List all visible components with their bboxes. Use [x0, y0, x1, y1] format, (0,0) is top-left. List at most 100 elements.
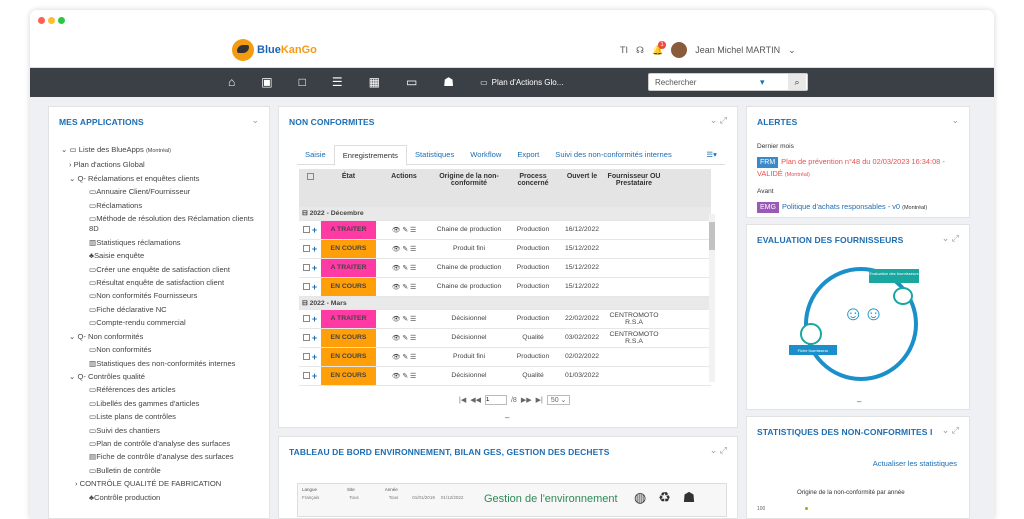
table-row[interactable]: + EN COURS 👁 ✎ ☰ Produit fini Production 15/1…	[299, 239, 711, 259]
home-icon[interactable]: ⌂	[228, 75, 235, 89]
prev-page-icon[interactable]: ◀◀	[470, 396, 481, 404]
table-row[interactable]: + A TRAITER 👁 ✎ ☰ Chaine de production Produ…	[299, 258, 711, 278]
tree-item[interactable]: ⌄ Q- Réclamations et enquêtes clients	[61, 172, 254, 185]
group-row[interactable]: ⊟ 2022 - Décembre	[299, 207, 711, 221]
plus-icon[interactable]: +	[312, 263, 317, 273]
plus-icon[interactable]: +	[312, 352, 317, 362]
table-row[interactable]: + EN COURS 👁 ✎ ☰ Chaine de production Produc…	[299, 277, 711, 297]
row-checkbox[interactable]	[302, 371, 310, 379]
list-icon[interactable]: ☰	[332, 75, 343, 89]
plus-icon[interactable]: +	[312, 282, 317, 292]
menu-icon[interactable]: ☰▾	[698, 145, 725, 164]
headset-icon[interactable]: ☊	[636, 45, 644, 56]
panel-controls-icon[interactable]: ⌄ ⤢	[942, 425, 959, 436]
col-process[interactable]: Process concerné	[506, 169, 560, 207]
search-input[interactable]: Rechercher	[648, 73, 808, 91]
tree-item[interactable]: › CONTRÔLE QUALITÉ DE FABRICATION	[61, 477, 254, 490]
tree-item[interactable]: › Plan d'actions Global	[61, 158, 254, 171]
minimize-dot[interactable]	[48, 17, 55, 24]
nav-plan-actions[interactable]: ▭ Plan d'Actions Glo...	[480, 78, 563, 87]
chevron-down-icon[interactable]: ⌄	[788, 45, 796, 56]
row-checkbox[interactable]	[302, 282, 310, 290]
row-checkbox[interactable]	[302, 225, 310, 233]
row-actions-icons[interactable]: 👁 ✎ ☰	[376, 220, 432, 240]
row-checkbox[interactable]	[302, 244, 310, 252]
select-all-checkbox[interactable]	[306, 173, 314, 180]
table-row[interactable]: + EN COURS 👁 ✎ ☰ Décisionnel Qualité 01/03/20…	[299, 366, 711, 386]
tree-item[interactable]: ▭Fiche déclarative NC	[61, 303, 254, 316]
tree-item[interactable]: ⌄ ▭ Liste des BlueApps (Montréal)	[61, 143, 254, 158]
row-actions-icons[interactable]: 👁 ✎ ☰	[376, 258, 432, 278]
row-actions-icons[interactable]: 👁 ✎ ☰	[376, 309, 432, 329]
tree-item[interactable]: ▭Créer une enquête de satisfaction clien…	[61, 263, 254, 276]
alert-item[interactable]: EMG Politique d'achats responsables - v0 …	[757, 201, 959, 214]
tree-item[interactable]: ▭Libellés des gammes d'articles	[61, 397, 254, 410]
panel-controls-icon[interactable]: ⌄ ⤢	[710, 445, 727, 456]
avatar[interactable]	[671, 42, 688, 58]
row-actions-icons[interactable]: 👁 ✎ ☰	[376, 328, 432, 348]
row-checkbox[interactable]	[302, 352, 310, 360]
tree-item[interactable]: ▭Bulletin de contrôle	[61, 464, 254, 477]
bell-icon[interactable]: 🔔 1	[652, 40, 666, 56]
tree-item[interactable]: ▥Statistiques des non-conformités intern…	[61, 357, 254, 370]
tab-saisie[interactable]: Saisie	[297, 145, 334, 164]
plus-icon[interactable]: +	[312, 225, 317, 235]
tab-enregistrements[interactable]: Enregistrements	[333, 145, 407, 166]
folder-icon[interactable]: ▭	[406, 75, 417, 89]
plus-icon[interactable]: +	[312, 244, 317, 254]
tree-item[interactable]: ♣Contrôle production	[61, 491, 254, 504]
document-icon[interactable]: □	[299, 75, 306, 89]
tree-item[interactable]: ▤Fiche de contrôle d'analyse des surface…	[61, 450, 254, 463]
plus-icon[interactable]: +	[312, 314, 317, 324]
tab-export[interactable]: Export	[509, 145, 547, 164]
collapse-icon[interactable]: ⌄	[951, 115, 959, 126]
env-dashboard-preview[interactable]: Langue Site Année Français Tous Tous 01/01/2…	[297, 483, 727, 517]
tree-item[interactable]: ♣Saisie enquête	[61, 249, 254, 262]
search-options-icon[interactable]: ▾	[760, 77, 765, 88]
collapse-icon[interactable]: ⌄	[251, 115, 259, 126]
col-ouvert[interactable]: Ouvert le	[560, 169, 604, 207]
bluekango-logo[interactable]: BlueKanGo	[232, 39, 317, 61]
tree-item[interactable]: ▭Réclamations	[61, 199, 254, 212]
table-row[interactable]: + EN COURS 👁 ✎ ☰ Décisionnel Qualité 03/02/20…	[299, 328, 711, 348]
row-checkbox[interactable]	[302, 263, 310, 271]
table-row[interactable]: + A TRAITER 👁 ✎ ☰ Décisionnel Production 22/0…	[299, 309, 711, 329]
table-scrollbar[interactable]	[709, 214, 715, 382]
page-size-select[interactable]: 50 ⌄	[546, 395, 571, 405]
col-fournisseur[interactable]: Fournisseur OU Prestataire	[604, 169, 664, 207]
row-checkbox[interactable]	[302, 333, 310, 341]
tree-item[interactable]: ⌄ Q- Non conformités	[61, 330, 254, 343]
page-input[interactable]	[484, 395, 507, 405]
plus-icon[interactable]: +	[312, 333, 317, 343]
next-page-icon[interactable]: ▶▶	[521, 396, 532, 404]
tab-workflow[interactable]: Workflow	[462, 145, 509, 164]
row-actions-icons[interactable]: 👁 ✎ ☰	[376, 277, 432, 297]
user-name[interactable]: Jean Michel MARTIN	[695, 45, 780, 55]
plus-icon[interactable]: +	[312, 371, 317, 381]
text-size-icon[interactable]: TI	[620, 45, 628, 55]
tree-item[interactable]: ⌄ Q- Contrôles qualité	[61, 370, 254, 383]
refresh-stats-link[interactable]: Actualiser les statistiques	[873, 459, 957, 468]
calendar-icon[interactable]: ▦	[369, 75, 380, 89]
tree-item[interactable]: ▭Non conformités	[61, 343, 254, 356]
row-actions-icons[interactable]: 👁 ✎ ☰	[376, 239, 432, 259]
row-checkbox[interactable]	[302, 314, 310, 322]
search-icon[interactable]: ⌕	[788, 74, 806, 90]
col-origine[interactable]: Origine de la non-conformité	[432, 169, 506, 207]
close-dot[interactable]	[38, 17, 45, 24]
panel-controls-icon[interactable]: ⌄ ⤢	[710, 115, 727, 126]
tree-item[interactable]: ▭Annuaire Client/Fournisseur	[61, 185, 254, 198]
group-row[interactable]: ⊟ 2022 - Mars	[299, 296, 711, 310]
tree-item[interactable]: ▭Résultat enquête de satisfaction client	[61, 276, 254, 289]
row-actions-icons[interactable]: 👁 ✎ ☰	[376, 366, 432, 386]
col-etat[interactable]: État	[321, 169, 376, 207]
users-icon[interactable]: ☗	[443, 75, 454, 89]
first-page-icon[interactable]: |◀	[459, 396, 466, 404]
tree-item[interactable]: ▥Statistiques réclamations	[61, 236, 254, 249]
table-row[interactable]: + A TRAITER 👁 ✎ ☰ Chaine de production Produ…	[299, 220, 711, 240]
tree-item[interactable]: ▭Suivi des chantiers	[61, 424, 254, 437]
dashboard-icon[interactable]: ▣	[261, 75, 272, 89]
tree-item[interactable]: ▭Liste plans de contrôles	[61, 410, 254, 423]
tree-item[interactable]: ▭Références des articles	[61, 383, 254, 396]
table-row[interactable]: + EN COURS 👁 ✎ ☰ Produit fini Production 02/0…	[299, 347, 711, 367]
